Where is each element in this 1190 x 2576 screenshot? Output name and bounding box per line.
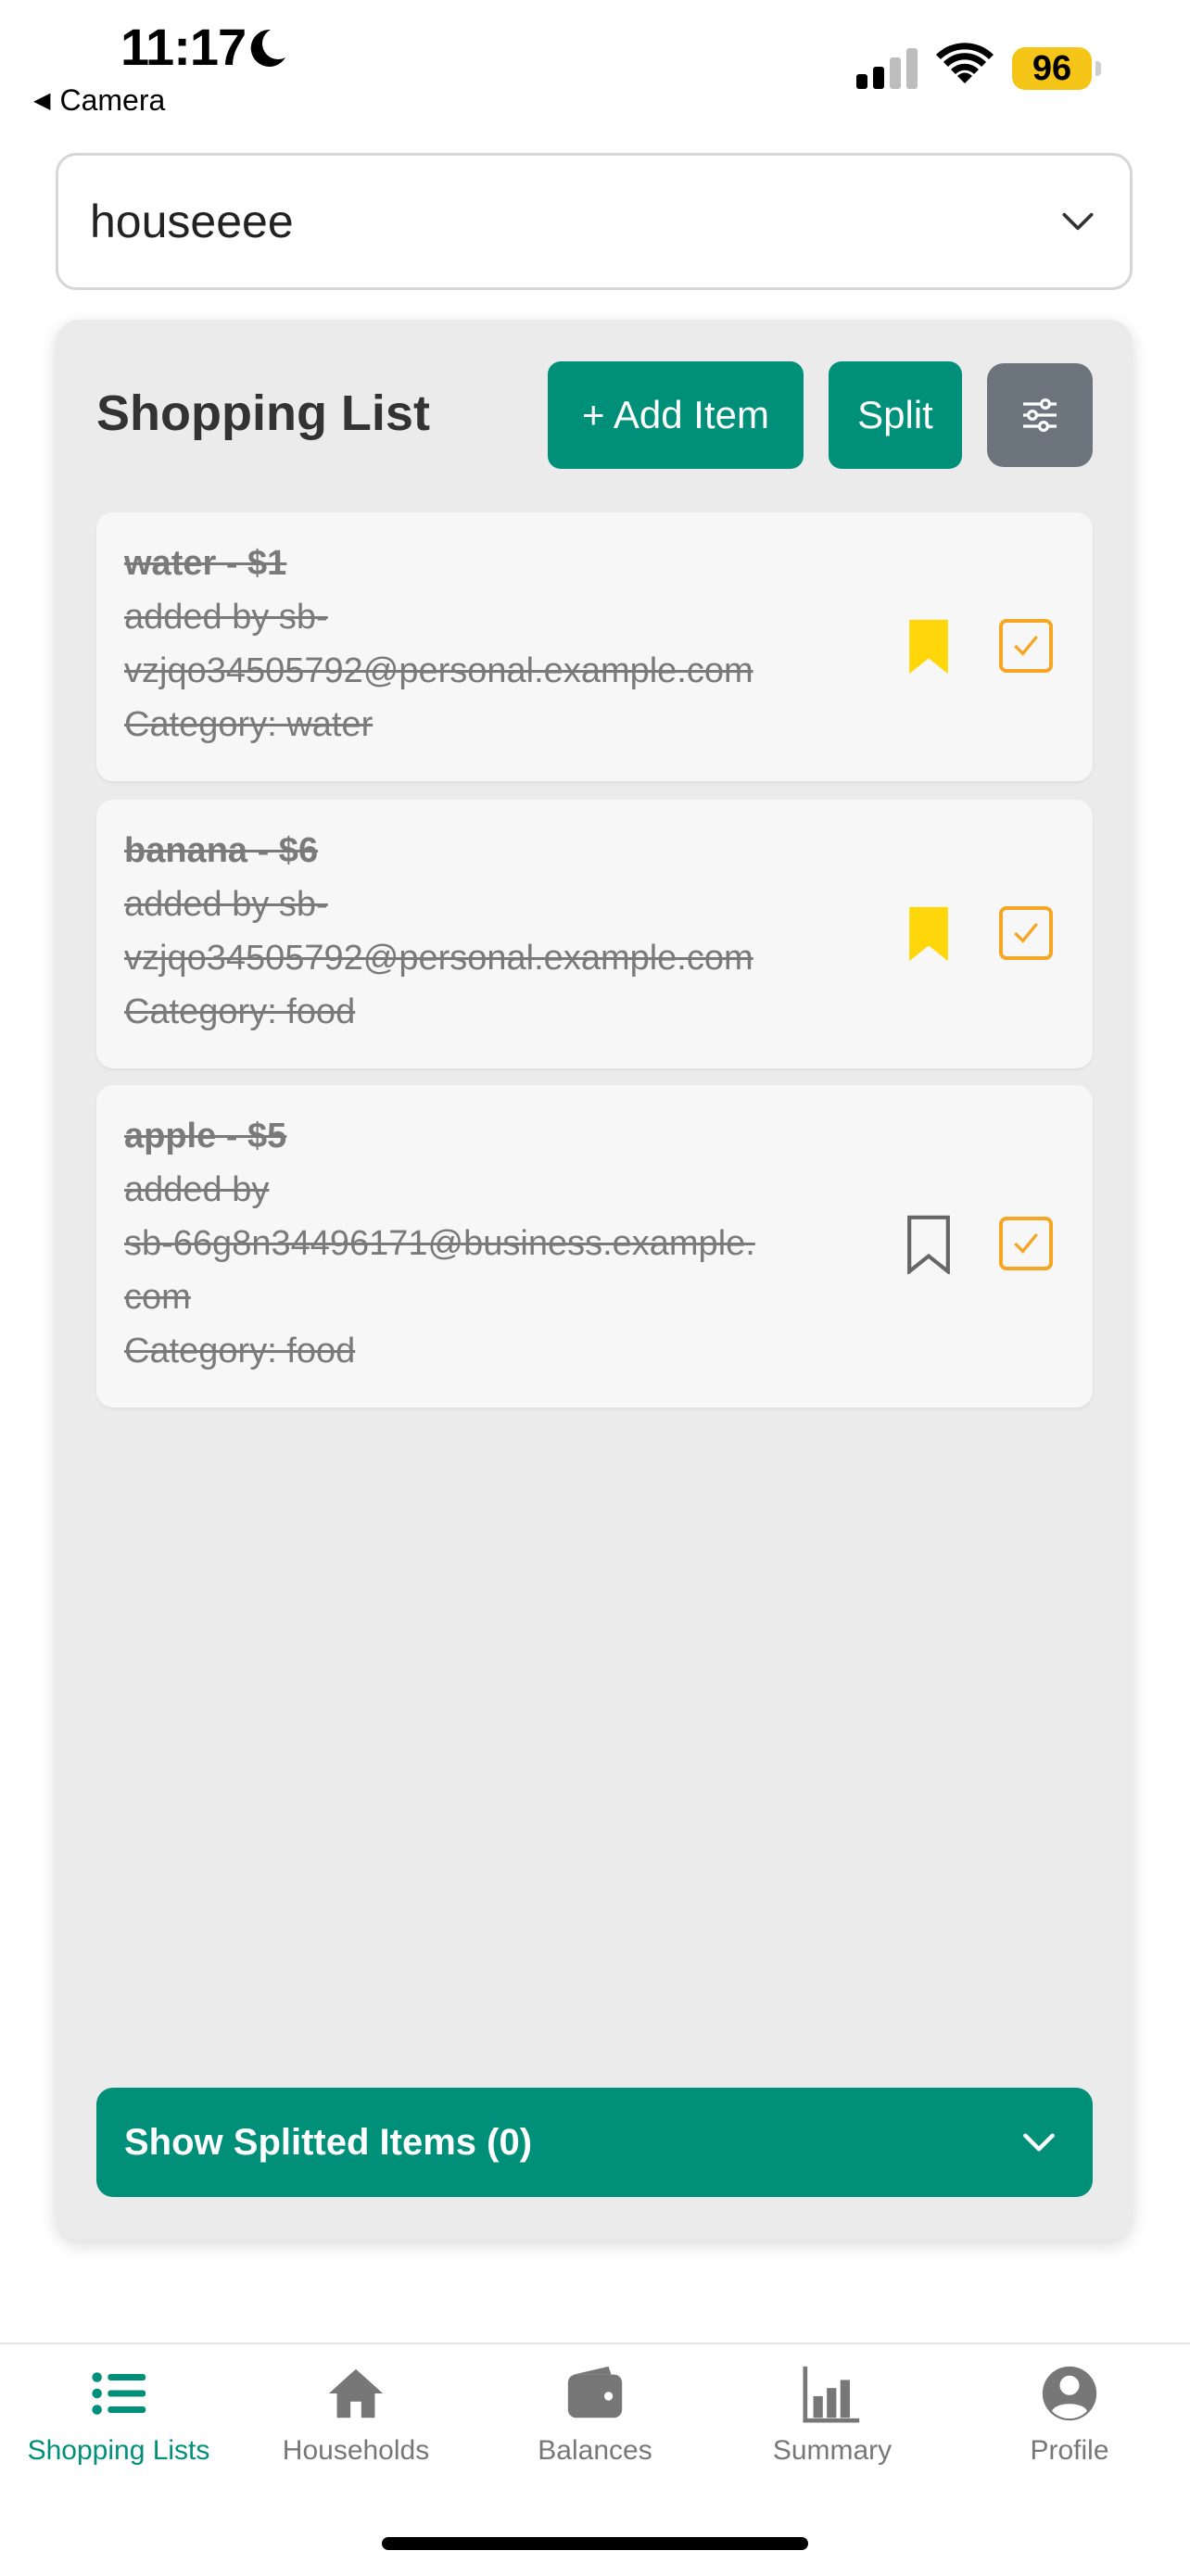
back-label: Camera <box>59 83 166 117</box>
tab-summary[interactable]: Summary <box>721 2361 943 2467</box>
item-added-by-email: vzjqo34505792@personal.example.com <box>124 939 753 978</box>
list-item-text: banana - $6 added by sb- vzjqo34505792@p… <box>124 824 847 1039</box>
back-arrow-icon: ◀ <box>33 88 51 113</box>
profile-icon <box>1042 2366 1097 2421</box>
tab-label: Summary <box>772 2435 892 2466</box>
tab-balances[interactable]: Balances <box>484 2361 706 2467</box>
bar-chart-icon <box>803 2366 860 2423</box>
item-title: apple - $5 <box>124 1117 287 1155</box>
add-item-button[interactable]: + Add Item <box>548 361 804 469</box>
bookmark-outline-icon[interactable] <box>905 1215 952 1274</box>
checkbox-checked[interactable] <box>999 619 1053 673</box>
item-title: banana - $6 <box>124 831 319 870</box>
item-added-by: added by sb- <box>124 598 328 637</box>
list-item-text: water - $1 added by sb- vzjqo34505792@pe… <box>124 537 847 751</box>
list-item-text: apple - $5 added by sb-66g8n34496171@bus… <box>124 1109 847 1378</box>
shopping-list-card: Shopping List + Add Item Split water - $… <box>56 320 1133 2240</box>
back-to-camera-link[interactable]: ◀ Camera <box>33 83 165 118</box>
item-title: water - $1 <box>124 544 287 583</box>
checkbox-checked[interactable] <box>999 906 1053 960</box>
item-added-by-email: vzjqo34505792@personal.example.com <box>124 651 753 690</box>
moon-icon <box>250 29 285 67</box>
household-select-value: houseeee <box>90 196 294 247</box>
tab-profile[interactable]: Profile <box>958 2361 1181 2467</box>
shopping-list-title: Shopping List <box>96 385 430 441</box>
checkmark-icon <box>1014 922 1038 943</box>
status-time: 11:17 <box>120 18 247 76</box>
battery-nub <box>1095 61 1101 76</box>
bookmark-filled-icon[interactable] <box>905 904 952 964</box>
checkmark-icon <box>1014 635 1038 656</box>
wifi-icon <box>936 43 994 83</box>
item-category: Category: food <box>124 1332 356 1370</box>
cellular-signal-icon <box>856 48 918 89</box>
split-button[interactable]: Split <box>829 361 962 469</box>
item-added-by: added by <box>124 1170 270 1209</box>
item-added-by-email: sb-66g8n34496171@business.example. <box>124 1224 755 1263</box>
chevron-down-icon <box>1023 2133 1055 2152</box>
tab-label: Shopping Lists <box>27 2435 210 2466</box>
show-splitted-items-button[interactable]: Show Splitted Items (0) <box>96 2088 1093 2197</box>
sliders-icon <box>1023 398 1057 433</box>
tab-label: Households <box>282 2435 430 2466</box>
list-item[interactable]: banana - $6 added by sb- vzjqo34505792@p… <box>96 800 1093 1068</box>
item-category: Category: food <box>124 992 356 1031</box>
list-icon <box>92 2372 146 2415</box>
tab-households[interactable]: Households <box>245 2361 467 2467</box>
show-splitted-label: Show Splitted Items (0) <box>124 2121 533 2163</box>
list-item[interactable]: apple - $5 added by sb-66g8n34496171@bus… <box>96 1085 1093 1408</box>
home-indicator <box>382 2537 808 2550</box>
tab-shopping-lists[interactable]: Shopping Lists <box>7 2361 230 2467</box>
status-bar: 11:17 ◀ Camera 96 <box>0 0 1190 130</box>
item-category: Category: water <box>124 705 373 744</box>
battery-indicator: 96 <box>1012 46 1101 91</box>
bookmark-filled-icon[interactable] <box>905 617 952 676</box>
checkmark-icon <box>1014 1232 1038 1254</box>
tab-label: Balances <box>538 2435 652 2466</box>
household-select[interactable]: houseeee <box>56 153 1133 290</box>
battery-level: 96 <box>1012 47 1092 90</box>
tab-label: Profile <box>1030 2435 1109 2466</box>
wallet-icon <box>567 2366 623 2418</box>
chevron-down-icon <box>1062 212 1094 231</box>
item-added-by: added by sb- <box>124 885 328 924</box>
item-added-by-email-cont: com <box>124 1278 191 1317</box>
list-item[interactable]: water - $1 added by sb- vzjqo34505792@pe… <box>96 512 1093 781</box>
home-icon <box>328 2368 384 2418</box>
checkbox-checked[interactable] <box>999 1217 1053 1270</box>
filter-button[interactable] <box>987 363 1093 467</box>
